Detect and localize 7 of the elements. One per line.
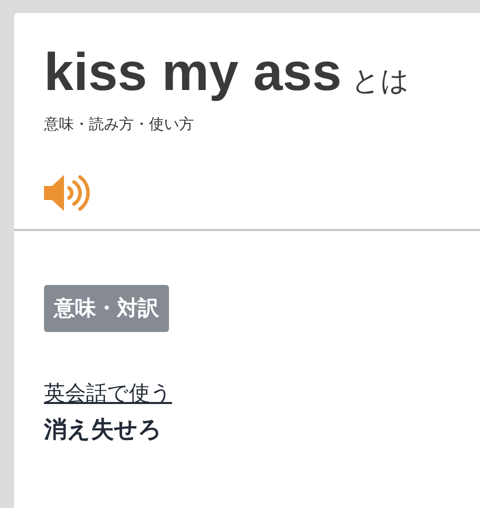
headword-suffix: とは xyxy=(352,63,410,99)
subtitle: 意味・読み方・使い方 xyxy=(44,115,195,134)
section-badge: 意味・対訳 xyxy=(44,285,169,332)
speaker-icon[interactable] xyxy=(44,174,90,212)
translation-text: 消え失せろ xyxy=(44,416,162,445)
conversation-link[interactable]: 英会話で使う xyxy=(44,378,172,408)
headword: kiss my ass xyxy=(44,43,342,103)
